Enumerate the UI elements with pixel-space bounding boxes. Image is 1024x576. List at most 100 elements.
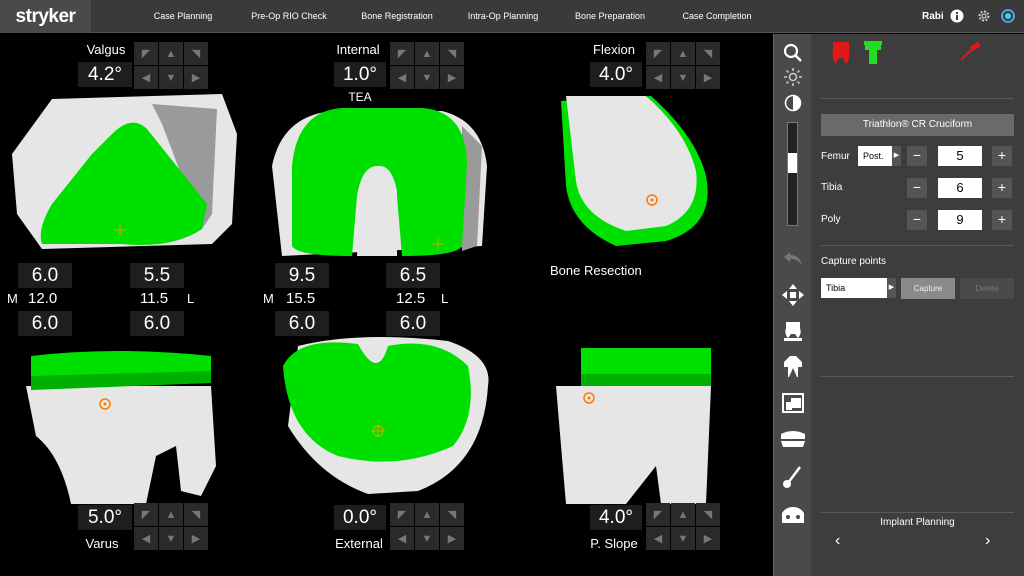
down-arrow[interactable]: ▼ [415,66,439,89]
left-arrow[interactable]: ◀ [390,527,414,550]
divider [821,98,1014,99]
valgus-label: Valgus [86,42,126,57]
femur-implant-icon[interactable] [831,40,851,66]
right-arrow[interactable]: ▶ [440,66,464,89]
femur-option-value: Post. [863,151,884,161]
poly-decrement-button[interactable]: − [907,210,927,230]
varus-adjust-arrows[interactable]: ◤ ▲ ◥ ◀ ▼ ▶ [134,503,209,551]
down-arrow[interactable]: ▼ [415,527,439,550]
undo-icon[interactable] [778,244,808,274]
rotate-ccw-arrow[interactable]: ◤ [646,503,670,526]
probe-icon[interactable] [778,462,808,492]
tibia-implant-icon[interactable] [863,40,883,66]
tab-case-planning[interactable]: Case Planning [140,0,226,33]
right-arrow[interactable]: ▶ [696,66,720,89]
left-arrow[interactable]: ◀ [134,527,158,550]
gear-icon[interactable] [977,9,991,23]
rotate-cw-arrow[interactable]: ◥ [696,503,720,526]
left-arrow[interactable]: ◀ [390,66,414,89]
delete-button[interactable]: Delete [960,278,1014,299]
brightness-slider[interactable] [787,122,798,226]
right-arrow[interactable]: ▶ [184,66,208,89]
down-arrow[interactable]: ▼ [671,66,695,89]
info-icon[interactable] [950,9,964,23]
right-arrow[interactable]: ▶ [184,527,208,550]
top-navigation-bar: stryker Case Planning Pre-Op RIO Check B… [0,0,1024,33]
move-icon[interactable] [778,280,808,310]
capture-bone-select[interactable]: Tibia ▶ [821,278,896,298]
right-arrow[interactable]: ▶ [696,527,720,550]
rotate-cw-arrow[interactable]: ◥ [184,42,208,65]
connection-status-icon[interactable] [1001,9,1015,23]
femur-frontal-model[interactable] [12,94,237,254]
poly-size-value[interactable]: 9 [938,210,982,230]
logo-text: stryker [15,5,76,27]
user-name[interactable]: Rabi [922,0,944,33]
slope-adjust-arrows[interactable]: ◤ ▲ ◥ ◀ ▼ ▶ [646,503,721,551]
right-arrow[interactable]: ▶ [440,527,464,550]
tab-bone-registration[interactable]: Bone Registration [352,0,442,33]
up-arrow[interactable]: ▲ [671,503,695,526]
up-arrow[interactable]: ▲ [671,42,695,65]
rotate-ccw-arrow[interactable]: ◤ [134,503,158,526]
tibia-view-icon[interactable] [778,352,808,382]
tibia-axial-model[interactable] [278,336,493,496]
up-arrow[interactable]: ▲ [415,42,439,65]
valgus-adjust-arrows[interactable]: ◤ ▲ ◥ ◀ ▼ ▶ [134,42,209,90]
tibia-decrement-button[interactable]: − [907,178,927,198]
internal-adjust-arrows[interactable]: ◤ ▲ ◥ ◀ ▼ ▶ [390,42,465,90]
implant-view-icon[interactable] [778,424,808,454]
femur-decrement-button[interactable]: − [907,146,927,166]
rotate-ccw-arrow[interactable]: ◤ [390,503,414,526]
tab-intra-op-planning[interactable]: Intra-Op Planning [458,0,548,33]
up-arrow[interactable]: ▲ [159,503,183,526]
femur-sagittal-model[interactable] [556,96,721,251]
screen-capture-icon[interactable] [778,388,808,418]
tibia-frontal-model[interactable] [26,346,222,504]
tibia-sagittal-model[interactable] [556,346,716,504]
flexion-label: Flexion [593,42,635,57]
rotate-cw-arrow[interactable]: ◥ [440,503,464,526]
rotate-cw-arrow[interactable]: ◥ [184,503,208,526]
saw-tool-icon[interactable] [959,42,981,62]
external-adjust-arrows[interactable]: ◤ ▲ ◥ ◀ ▼ ▶ [390,503,465,551]
femur-increment-button[interactable]: + [992,146,1012,166]
down-arrow[interactable]: ▼ [671,527,695,550]
up-arrow[interactable]: ▲ [159,42,183,65]
left-arrow[interactable]: ◀ [646,527,670,550]
tab-bone-preparation[interactable]: Bone Preparation [565,0,655,33]
next-step-chevron-icon[interactable]: › [985,532,1001,552]
flexion-adjust-arrows[interactable]: ◤ ▲ ◥ ◀ ▼ ▶ [646,42,721,90]
down-arrow[interactable]: ▼ [159,66,183,89]
rotate-ccw-arrow[interactable]: ◤ [134,42,158,65]
gap-left-top-lateral: 5.5 [130,263,184,288]
rotate-cw-arrow[interactable]: ◥ [696,42,720,65]
implant-name[interactable]: Triathlon® CR Cruciform [821,114,1014,136]
femur-option-select[interactable]: Post. ▶ [858,146,901,166]
gap-left-top-medial: 6.0 [18,263,72,288]
down-arrow[interactable]: ▼ [159,527,183,550]
gap-left-mid-medial: 12.0 [28,290,58,307]
femur-size-value[interactable]: 5 [938,146,982,166]
slider-thumb[interactable] [788,153,797,173]
contrast-icon[interactable] [778,88,808,118]
up-arrow[interactable]: ▲ [415,503,439,526]
femur-axial-model[interactable] [272,106,492,266]
previous-step-chevron-icon[interactable]: ‹ [835,532,851,552]
tibia-size-value[interactable]: 6 [938,178,982,198]
tab-pre-op-rio-check[interactable]: Pre-Op RIO Check [243,0,335,33]
tab-case-completion[interactable]: Case Completion [672,0,762,33]
gap-right-bottom-lateral: 6.0 [386,311,440,336]
femur-view-icon[interactable] [778,316,808,346]
robot-icon[interactable] [778,500,808,530]
3d-viewport[interactable]: Valgus 4.2° ◤ ▲ ◥ ◀ ▼ ▶ Internal 1.0° ◤ ▲ ◥ ◀ ▼… [0,34,773,576]
gap-right-bottom-medial: 6.0 [275,311,329,336]
poly-increment-button[interactable]: + [992,210,1012,230]
rotate-ccw-arrow[interactable]: ◤ [390,42,414,65]
left-arrow[interactable]: ◀ [134,66,158,89]
rotate-ccw-arrow[interactable]: ◤ [646,42,670,65]
tibia-increment-button[interactable]: + [992,178,1012,198]
capture-button[interactable]: Capture [901,278,955,299]
rotate-cw-arrow[interactable]: ◥ [440,42,464,65]
left-arrow[interactable]: ◀ [646,66,670,89]
